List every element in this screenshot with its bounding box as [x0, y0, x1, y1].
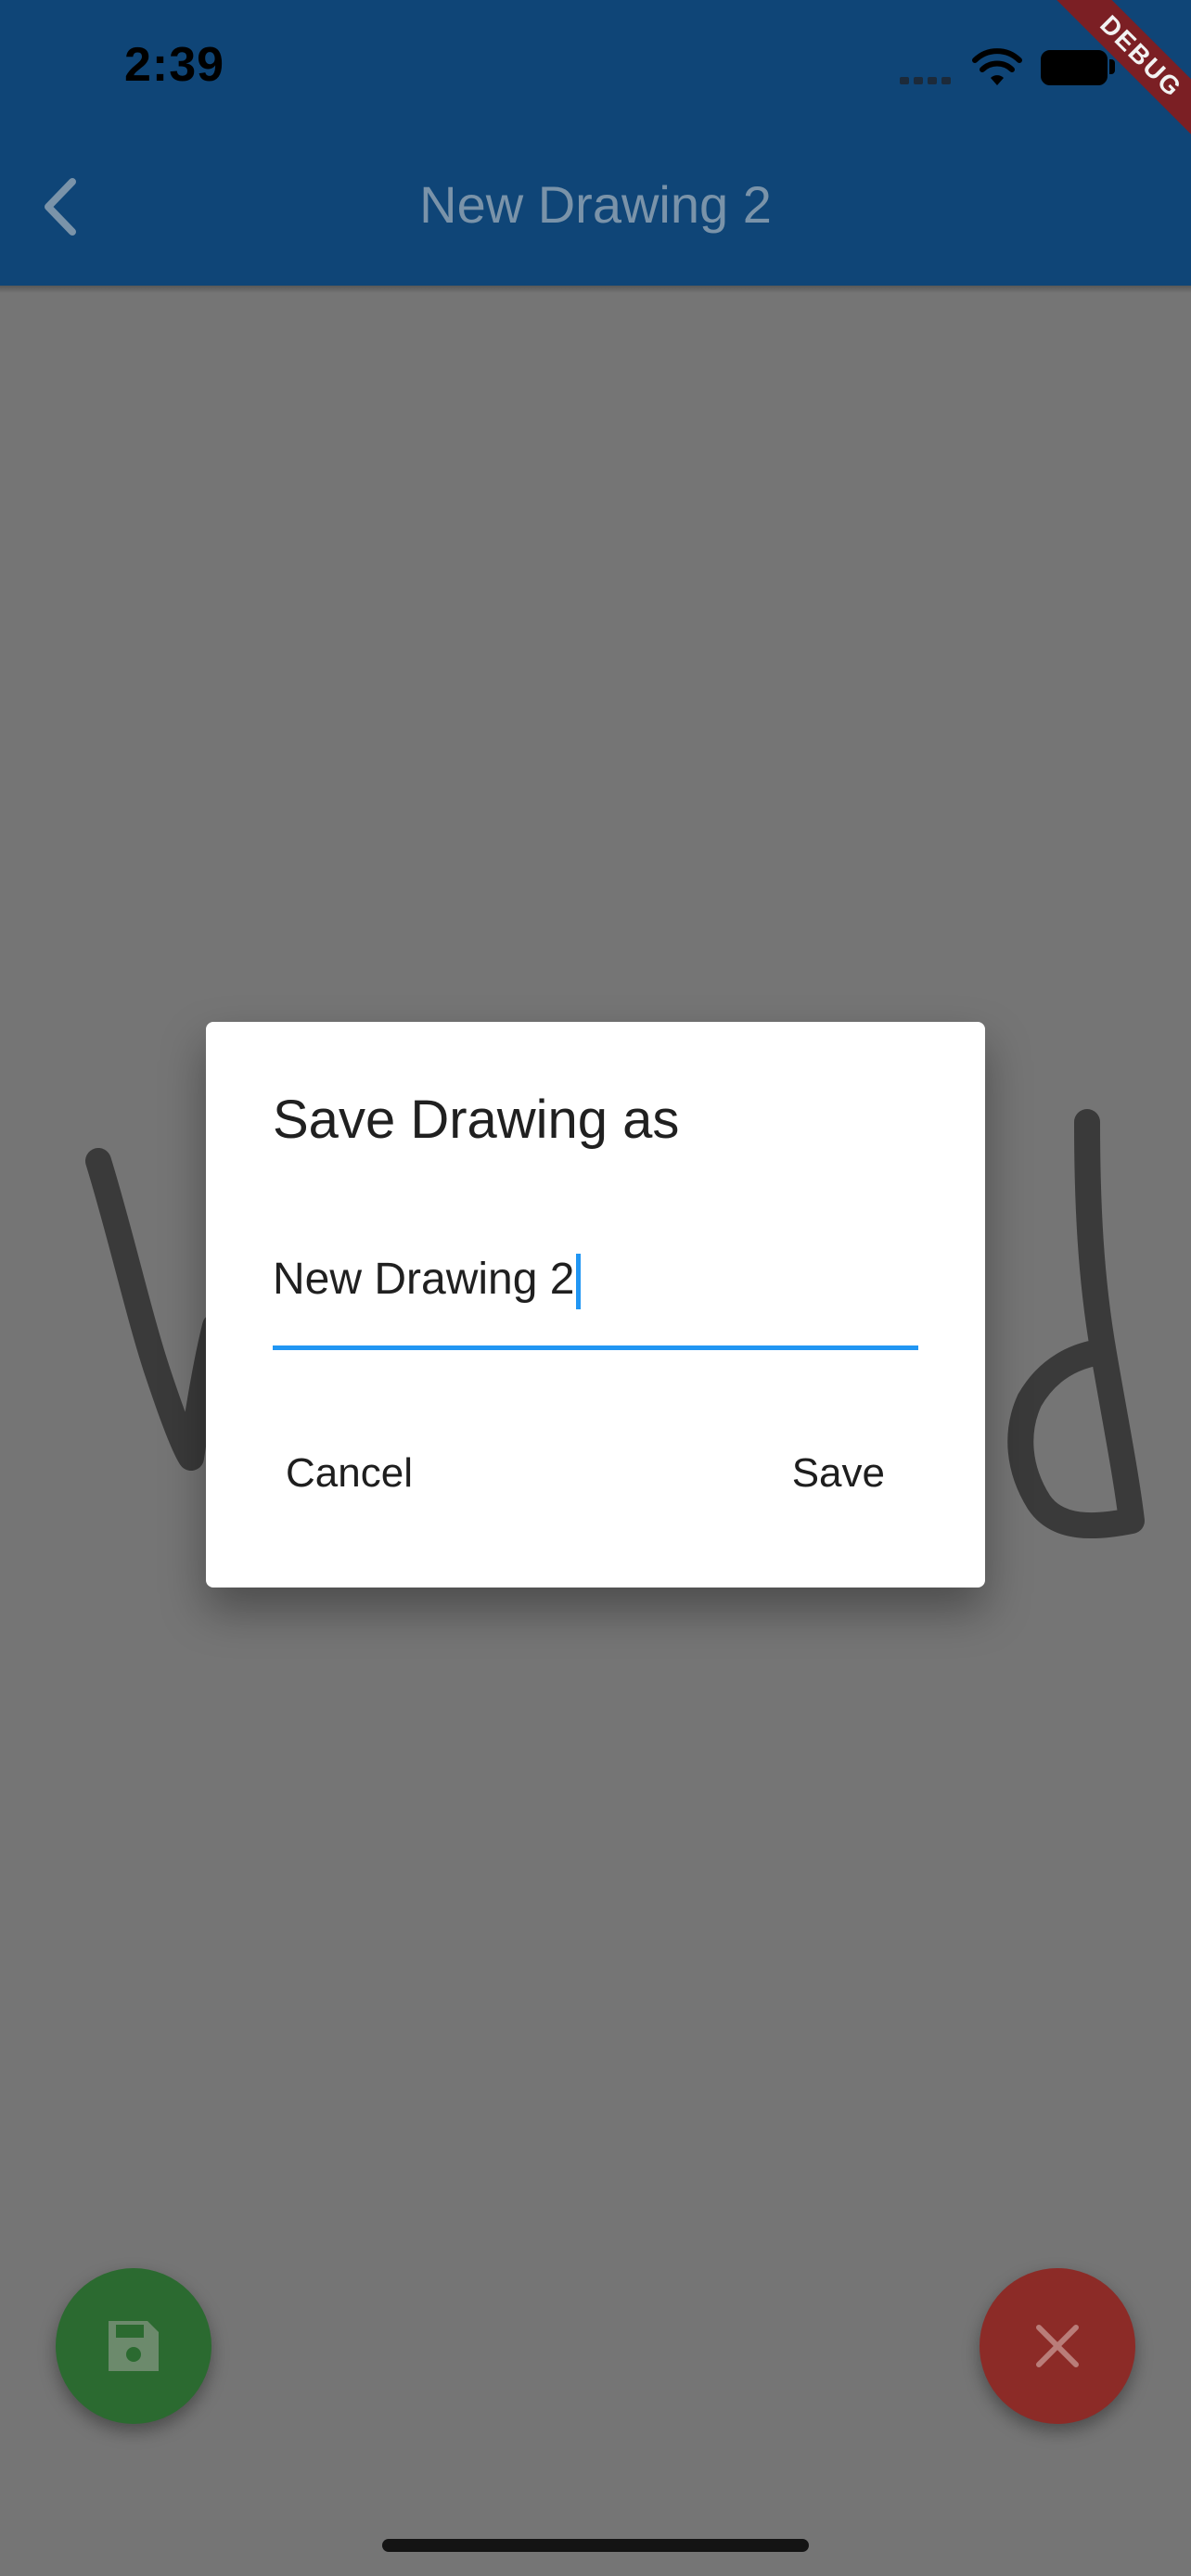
status-time: 2:39 — [124, 38, 225, 92]
save-button[interactable]: Save — [792, 1450, 885, 1497]
app-bar-title: New Drawing 2 — [419, 175, 772, 234]
battery-tip — [1109, 59, 1115, 74]
cellular-signal-icon — [900, 72, 955, 84]
floppy-disk-icon — [109, 2321, 159, 2371]
stroke-letter-d — [1007, 1109, 1145, 1539]
clear-fab-button[interactable] — [980, 2268, 1135, 2424]
drawing-name-field[interactable]: New Drawing 2 — [273, 1235, 918, 1350]
save-fab-button[interactable] — [56, 2268, 211, 2424]
cancel-button[interactable]: Cancel — [286, 1450, 413, 1497]
wifi-icon — [972, 48, 1022, 85]
close-icon — [1036, 2325, 1079, 2367]
battery-icon — [1041, 50, 1108, 85]
text-cursor — [576, 1254, 582, 1310]
drawing-name-value: New Drawing 2 — [273, 1255, 575, 1304]
home-indicator — [382, 2539, 809, 2552]
save-drawing-dialog: Save Drawing as New Drawing 2 Cancel Sav… — [206, 1022, 985, 1588]
stroke-letter-v — [85, 1148, 228, 1471]
drawing-name-input[interactable]: New Drawing 2 — [273, 1254, 582, 1310]
input-underline — [273, 1345, 918, 1350]
dialog-title: Save Drawing as — [273, 1090, 680, 1150]
